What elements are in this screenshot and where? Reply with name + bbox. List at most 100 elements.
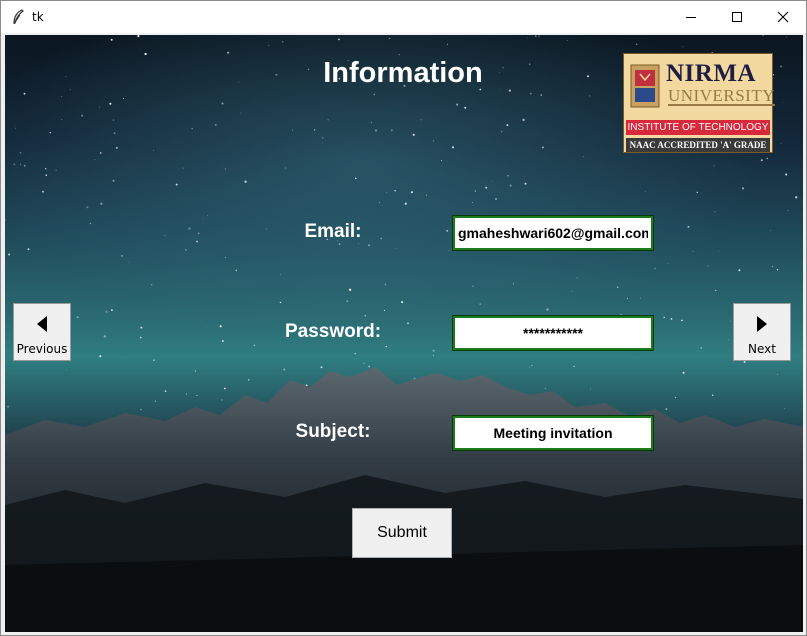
star: [23, 164, 26, 167]
star: [19, 151, 22, 154]
star: [221, 339, 224, 343]
previous-button[interactable]: Previous: [13, 303, 71, 361]
star: [713, 165, 715, 167]
star: [224, 387, 226, 390]
star: [314, 129, 316, 131]
star: [140, 408, 142, 411]
star: [501, 131, 503, 133]
star: [137, 35, 140, 38]
star: [714, 211, 716, 213]
star: [266, 228, 267, 230]
star: [674, 396, 677, 399]
star: [432, 140, 435, 142]
star: [389, 38, 391, 40]
star: [590, 388, 591, 390]
star: [221, 102, 224, 105]
close-icon: [777, 11, 789, 23]
star: [185, 249, 187, 251]
star: [202, 218, 204, 219]
star: [285, 167, 287, 169]
star: [42, 190, 44, 193]
star: [175, 183, 178, 186]
star: [81, 114, 84, 117]
logo-accreditation: NAAC ACCREDITED 'A' GRADE: [626, 138, 770, 152]
star: [404, 202, 407, 205]
next-label: Next: [748, 342, 776, 356]
star: [663, 316, 665, 319]
star: [338, 243, 341, 246]
star: [128, 261, 130, 263]
star: [635, 43, 638, 46]
next-arrow-icon: [757, 316, 767, 332]
star: [529, 366, 531, 368]
background-canvas: Information NIRMA UNIVERSITY INSTITUTE O…: [5, 35, 803, 632]
star: [23, 92, 26, 95]
star: [45, 168, 47, 170]
close-button[interactable]: [760, 1, 806, 33]
star: [741, 187, 745, 190]
star: [777, 373, 779, 376]
star: [100, 152, 102, 154]
star: [268, 45, 270, 46]
star: [55, 169, 57, 171]
star: [66, 369, 67, 371]
star: [76, 316, 79, 319]
minimize-button[interactable]: [668, 1, 714, 33]
star: [100, 202, 103, 205]
maximize-button[interactable]: [714, 1, 760, 33]
app-window: tk Information NIRMA UNIVERSITY INSTITUT…: [0, 0, 807, 636]
star: [346, 300, 349, 303]
next-button[interactable]: Next: [733, 303, 791, 361]
star: [322, 142, 323, 144]
star: [154, 400, 156, 402]
email-field[interactable]: [452, 215, 654, 251]
star: [446, 43, 449, 45]
star: [61, 118, 63, 120]
star: [240, 112, 242, 114]
minimize-icon: [686, 17, 696, 18]
subject-field[interactable]: [452, 415, 654, 451]
star: [94, 159, 96, 161]
star: [363, 362, 365, 364]
star: [780, 143, 782, 144]
star: [144, 52, 147, 56]
star: [385, 345, 388, 348]
star: [506, 124, 509, 127]
star: [122, 98, 125, 100]
star: [432, 349, 435, 352]
star: [320, 366, 323, 369]
star: [219, 325, 222, 328]
star: [396, 247, 397, 249]
email-label: Email:: [304, 221, 362, 242]
star: [441, 160, 442, 161]
star: [670, 317, 673, 320]
star: [412, 133, 415, 136]
university-emblem-icon: [630, 64, 660, 108]
star: [522, 118, 525, 122]
star: [7, 405, 9, 408]
star: [164, 234, 166, 237]
star: [787, 210, 789, 211]
star: [247, 379, 250, 381]
submit-button[interactable]: Submit: [352, 508, 452, 558]
star: [282, 41, 284, 43]
star: [426, 194, 427, 196]
star: [217, 398, 219, 399]
star: [164, 390, 167, 392]
star: [153, 359, 155, 361]
password-field[interactable]: [452, 315, 654, 351]
star: [573, 365, 575, 368]
star: [110, 38, 113, 41]
star: [474, 190, 476, 192]
star: [244, 180, 247, 183]
star: [153, 150, 155, 151]
star: [707, 265, 709, 267]
star: [535, 35, 537, 37]
star: [540, 94, 542, 96]
star: [105, 310, 108, 313]
logo-institute: INSTITUTE OF TECHNOLOGY: [626, 120, 770, 135]
star: [280, 274, 281, 275]
star: [194, 370, 197, 372]
star: [770, 230, 772, 231]
star: [784, 408, 786, 410]
